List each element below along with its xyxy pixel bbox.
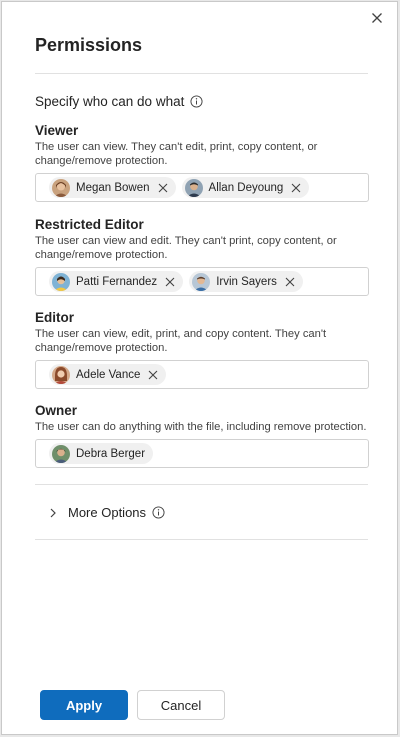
more-options-label: More Options [68,505,147,520]
dialog-title: Permissions [35,35,143,55]
role-viewer: Viewer The user can view. They can't edi… [35,122,369,202]
person-name: Irvin Sayers [216,275,277,288]
permissions-dialog: Permissions Specify who can do what View… [1,1,398,735]
role-description: The user can do anything with the file, … [35,421,367,433]
role-name: Editor [35,310,74,325]
options-top-divider [35,484,368,485]
role-restricted-editor: Restricted Editor The user can view and … [35,216,369,296]
person-chip: Debra Berger [49,443,154,464]
avatar [52,444,70,463]
chevron-right-icon [50,508,56,517]
dismiss-icon[interactable] [291,183,301,193]
person-chip[interactable]: Irvin Sayers [189,271,303,292]
dismiss-icon[interactable] [165,277,175,287]
info-icon[interactable] [152,506,165,519]
role-description: The user can view. They can't edit, prin… [35,141,318,167]
avatar [52,178,70,197]
dismiss-icon[interactable] [285,277,295,287]
cancel-button[interactable]: Cancel [137,690,225,720]
specify-heading: Specify who can do what [35,94,203,109]
person-name: Allan Deyoung [208,181,284,194]
person-name: Debra Berger [76,447,146,460]
close-icon[interactable] [369,10,385,26]
avatar [52,272,70,291]
person-name: Patti Fernandez [76,275,158,288]
dialog-footer: Apply Cancel [40,690,225,720]
dismiss-icon[interactable] [158,183,168,193]
people-picker-restricted-editor[interactable]: Patti Fernandez Irvin Sayers [35,267,369,296]
people-picker-viewer[interactable]: Megan Bowen Allan Deyoung [35,173,369,202]
role-name: Restricted Editor [35,217,144,232]
person-chip[interactable]: Allan Deyoung [181,177,310,198]
role-editor: Editor The user can view, edit, print, a… [35,309,369,389]
people-picker-owner[interactable]: Debra Berger [35,439,369,468]
role-name: Viewer [35,123,79,138]
role-owner: Owner The user can do anything with the … [35,402,369,468]
options-bottom-divider [35,539,368,540]
role-name: Owner [35,403,78,418]
avatar [192,272,211,291]
more-options-toggle[interactable]: More Options [48,505,165,520]
person-chip[interactable]: Megan Bowen [49,177,176,198]
avatar [184,178,203,197]
specify-label: Specify who can do what [35,94,185,109]
person-name: Megan Bowen [76,181,150,194]
header-divider [35,73,368,74]
role-description: The user can view, edit, print, and copy… [35,328,327,354]
info-icon[interactable] [190,95,203,108]
people-picker-editor[interactable]: Adele Vance [35,360,369,389]
role-description: The user can view and edit. They can't p… [35,235,337,261]
person-chip[interactable]: Adele Vance [49,364,167,385]
person-chip[interactable]: Patti Fernandez [49,271,184,292]
apply-button[interactable]: Apply [40,690,128,720]
avatar [52,365,70,384]
dismiss-icon[interactable] [148,370,158,380]
person-name: Adele Vance [76,368,141,381]
